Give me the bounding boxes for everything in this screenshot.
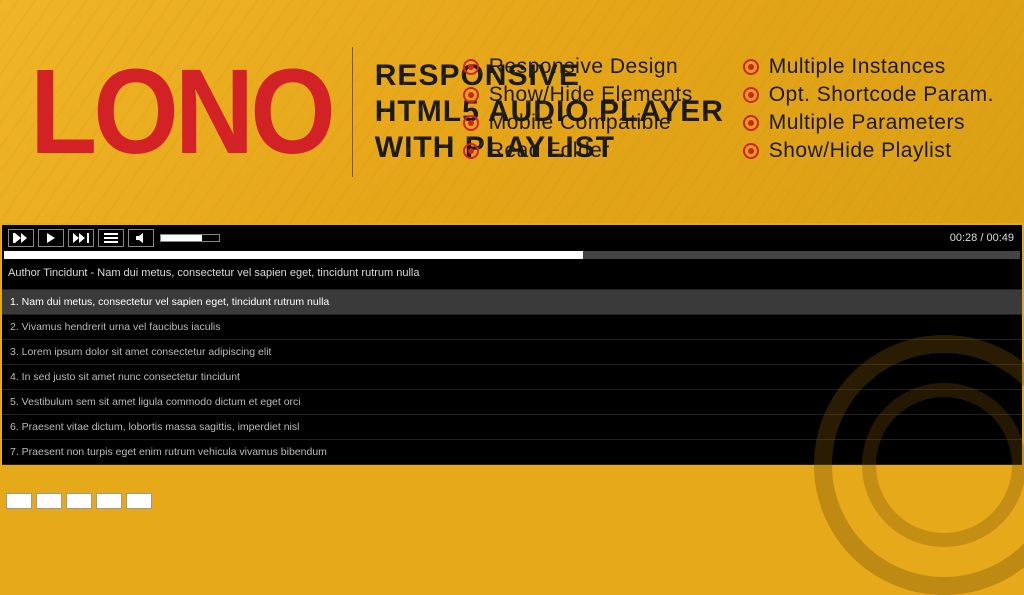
bullet-icon: [743, 143, 759, 159]
playlist-toggle-button[interactable]: [98, 229, 124, 247]
mini-button[interactable]: [6, 493, 32, 509]
feature-item: Multiple Parameters: [743, 111, 994, 135]
features-col-2: Multiple Instances Opt. Shortcode Param.…: [743, 55, 994, 163]
feature-item: Mobile Compatible: [463, 111, 693, 135]
bullet-icon: [743, 87, 759, 103]
playlist-track[interactable]: 1. Nam dui metus, consectetur vel sapien…: [2, 290, 1022, 315]
playlist-track[interactable]: 3. Lorem ipsum dolor sit amet consectetu…: [2, 340, 1022, 365]
feature-label: Mobile Compatible: [489, 111, 671, 135]
playlist-track[interactable]: 7. Praesent non turpis eget enim rutrum …: [2, 440, 1022, 465]
feature-item: Multiple Instances: [743, 55, 994, 79]
feature-label: Show/Hide Playlist: [769, 139, 952, 163]
bullet-icon: [463, 143, 479, 159]
now-playing-label: Author Tincidunt - Nam dui metus, consec…: [2, 259, 1022, 289]
mini-button[interactable]: [36, 493, 62, 509]
progress-fill: [4, 251, 583, 259]
feature-item: Opt. Shortcode Param.: [743, 83, 994, 107]
feature-label: Multiple Instances: [769, 55, 946, 79]
bullet-icon: [743, 59, 759, 75]
banner: LONO RESPONSIVE HTML5 AUDIO PLAYER WITH …: [0, 0, 1024, 223]
bullet-icon: [463, 115, 479, 131]
mini-button[interactable]: [66, 493, 92, 509]
feature-item: Show/Hide Playlist: [743, 139, 994, 163]
prev-button[interactable]: [8, 229, 34, 247]
mini-controls: [6, 493, 152, 509]
feature-label: Responsive Design: [489, 55, 678, 79]
playlist: 1. Nam dui metus, consectetur vel sapien…: [2, 289, 1022, 465]
mini-button[interactable]: [126, 493, 152, 509]
time-display: 00:28 / 00:49: [950, 232, 1014, 244]
feature-item: Read Folder: [463, 139, 693, 163]
playlist-track[interactable]: 2. Vivamus hendrerit urna vel faucibus i…: [2, 315, 1022, 340]
playlist-track[interactable]: 4. In sed justo sit amet nunc consectetu…: [2, 365, 1022, 390]
logo: LONO: [30, 57, 332, 166]
playlist-track[interactable]: 6. Praesent vitae dictum, lobortis massa…: [2, 415, 1022, 440]
bullet-icon: [463, 87, 479, 103]
next-button[interactable]: [68, 229, 94, 247]
bottom-area: [0, 465, 1024, 515]
feature-label: Opt. Shortcode Param.: [769, 83, 994, 107]
divider: [352, 47, 353, 177]
features: Responsive Design Show/Hide Elements Mob…: [463, 55, 994, 163]
features-col-1: Responsive Design Show/Hide Elements Mob…: [463, 55, 693, 163]
playlist-track[interactable]: 5. Vestibulum sem sit amet ligula commod…: [2, 390, 1022, 415]
feature-label: Read Folder: [489, 139, 610, 163]
bullet-icon: [743, 115, 759, 131]
feature-item: Responsive Design: [463, 55, 693, 79]
volume-fill: [161, 235, 202, 241]
feature-label: Show/Hide Elements: [489, 83, 693, 107]
feature-item: Show/Hide Elements: [463, 83, 693, 107]
volume-button[interactable]: [128, 229, 154, 247]
bullet-icon: [463, 59, 479, 75]
audio-player: 00:28 / 00:49 Author Tincidunt - Nam dui…: [2, 225, 1022, 465]
mini-button[interactable]: [96, 493, 122, 509]
feature-label: Multiple Parameters: [769, 111, 965, 135]
volume-slider[interactable]: [160, 234, 220, 242]
progress-bar[interactable]: [4, 251, 1020, 259]
player-controls: 00:28 / 00:49: [2, 225, 1022, 251]
play-button[interactable]: [38, 229, 64, 247]
